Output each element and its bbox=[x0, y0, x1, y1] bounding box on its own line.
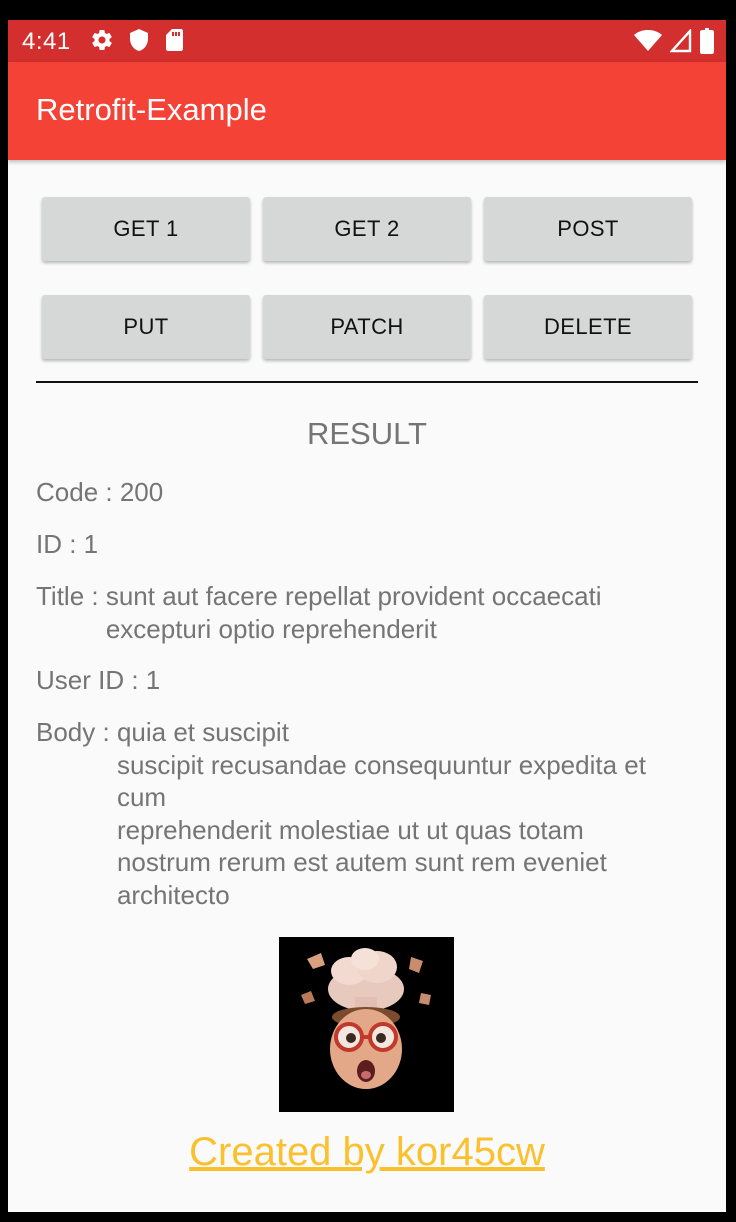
app-title: Retrofit-Example bbox=[36, 92, 267, 127]
divider bbox=[36, 381, 698, 383]
post-button[interactable]: POST bbox=[484, 197, 692, 261]
id-label: ID : bbox=[36, 529, 84, 559]
title-row: Title : sunt aut facere repellat provide… bbox=[36, 580, 602, 645]
settings-icon bbox=[90, 28, 114, 52]
status-bar: 4:41 bbox=[8, 20, 726, 62]
user-id-label: User ID : bbox=[36, 665, 146, 695]
device-screen: 4:41 Retrofit-Example GET 1 GET 2 POST P… bbox=[8, 20, 726, 1212]
code-label: Code : bbox=[36, 477, 120, 507]
body-row: Body : quia et suscipit suscipit recusan… bbox=[36, 716, 646, 911]
wifi-icon bbox=[634, 29, 662, 53]
user-id-value: 1 bbox=[145, 665, 161, 695]
status-time: 4:41 bbox=[22, 28, 71, 55]
put-button[interactable]: PUT bbox=[42, 295, 250, 359]
status-icons-right bbox=[634, 28, 714, 54]
signal-icon bbox=[670, 29, 692, 53]
id-value: 1 bbox=[83, 529, 99, 559]
shield-icon bbox=[128, 28, 150, 52]
body-label: Body : bbox=[36, 717, 117, 747]
result-heading: RESULT bbox=[306, 416, 427, 451]
memoji-face-icon bbox=[279, 937, 454, 1112]
body-value: quia et suscipit suscipit recusandae con… bbox=[116, 717, 646, 910]
battery-icon bbox=[700, 28, 714, 54]
delete-button[interactable]: DELETE bbox=[484, 295, 692, 359]
id-row: ID : 1 bbox=[36, 528, 98, 561]
avatar-image bbox=[279, 937, 454, 1112]
title-value: sunt aut facere repellat provident occae… bbox=[105, 581, 602, 644]
status-icons-left bbox=[90, 28, 184, 52]
patch-button[interactable]: PATCH bbox=[263, 295, 471, 359]
sd-card-icon bbox=[164, 28, 184, 52]
user-id-row: User ID : 1 bbox=[36, 664, 160, 697]
code-row: Code : 200 bbox=[36, 476, 163, 509]
get-1-button[interactable]: GET 1 bbox=[42, 197, 250, 261]
created-by-link[interactable]: Created by kor45cw bbox=[8, 1130, 726, 1175]
code-value: 200 bbox=[119, 477, 164, 507]
title-label: Title : bbox=[36, 581, 106, 611]
app-bar: Retrofit-Example bbox=[8, 62, 726, 160]
get-2-button[interactable]: GET 2 bbox=[263, 197, 471, 261]
